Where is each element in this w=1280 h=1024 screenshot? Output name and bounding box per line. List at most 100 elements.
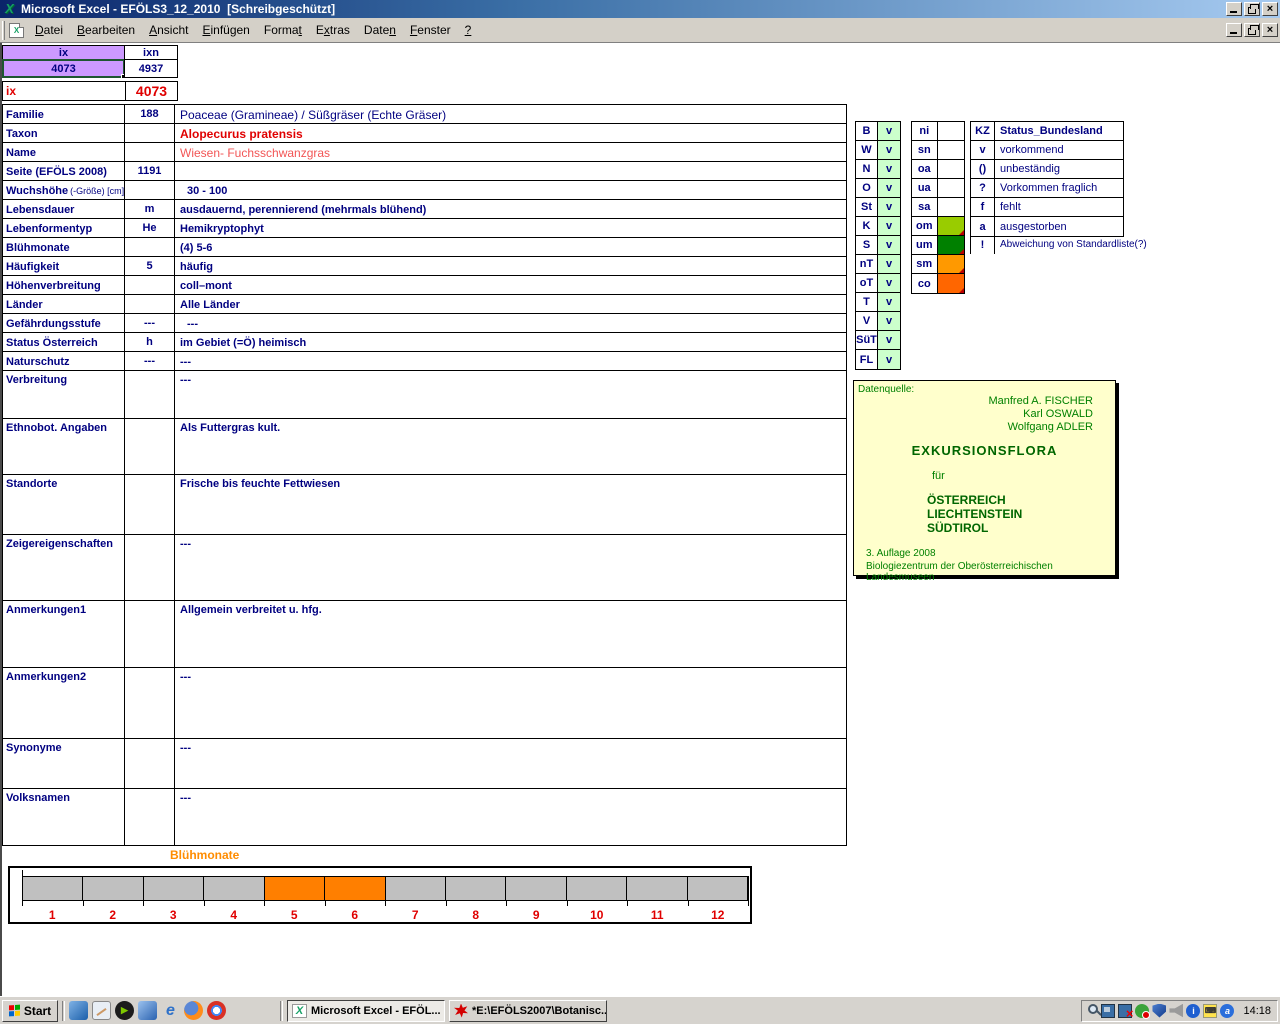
field-code-cell[interactable] [125,789,175,845]
ixn-header-cell[interactable]: ixn [124,45,178,60]
field-value-cell[interactable]: coll–mont [175,276,846,294]
volume-icon[interactable] [1169,1003,1184,1018]
browser-icon[interactable]: a [1220,1003,1235,1018]
bundesland-code-cell[interactable]: FL [856,350,878,369]
field-value-cell[interactable]: im Gebiet (=Ö) heimisch [175,333,846,351]
field-value-cell[interactable]: häufig [175,257,846,275]
field-code-cell[interactable]: He [125,219,175,237]
bundesland-code-cell[interactable]: V [856,312,878,330]
field-code-cell[interactable]: 5 [125,257,175,275]
sheet-close-button[interactable]: × [1262,23,1278,37]
field-label[interactable]: Lebenformentyp [3,219,125,237]
field-label[interactable]: Wuchshöhe (-Größe) [cm] [3,181,125,199]
bundesland-code-cell[interactable]: B [856,122,878,140]
field-code-cell[interactable] [125,276,175,294]
field-value-cell[interactable]: 30 - 100 [175,181,846,199]
bundesland-code-cell[interactable]: N [856,160,878,178]
field-code-cell[interactable]: --- [125,314,175,332]
code-label-cell[interactable]: um [912,236,938,254]
field-label[interactable]: Naturschutz [3,352,125,370]
bundesland-code-cell[interactable]: T [856,293,878,311]
ix-value-cell[interactable]: 4073 [2,59,126,79]
show-desktop-icon[interactable] [92,1001,111,1020]
field-label[interactable]: Familie [3,105,125,123]
field-code-cell[interactable] [125,295,175,313]
field-code-cell[interactable]: m [125,200,175,218]
chrome-icon[interactable] [207,1001,226,1020]
app-icon[interactable] [69,1001,88,1020]
menu-datei[interactable]: Datei [28,20,70,40]
field-value-cell[interactable]: (4) 5-6 [175,238,846,256]
field-code-cell[interactable] [125,238,175,256]
bundesland-code-cell[interactable]: nT [856,255,878,273]
bundesland-status-cell[interactable]: v [878,255,900,273]
field-label[interactable]: Lebensdauer [3,200,125,218]
code-label-cell[interactable]: ni [912,122,938,140]
field-label[interactable]: Häufigkeit [3,257,125,275]
field-value-cell[interactable]: Als Futtergras kult. [175,419,846,474]
code-label-cell[interactable]: oa [912,160,938,178]
sheet-restore-button[interactable] [1244,23,1260,37]
field-label[interactable]: Zeigereigenschaften [3,535,125,600]
field-code-cell[interactable] [125,419,175,474]
bundesland-status-cell[interactable]: v [878,198,900,216]
code-color-cell[interactable] [938,160,964,178]
bundesland-status-cell[interactable]: v [878,331,900,349]
bundesland-code-cell[interactable]: O [856,179,878,197]
field-label[interactable]: Anmerkungen1 [3,601,125,667]
field-value-cell[interactable]: ausdauernd, perennierend (mehrmals blühe… [175,200,846,218]
minimize-button[interactable] [1226,2,1242,16]
field-code-cell[interactable]: 1191 [125,162,175,180]
network-error-icon[interactable] [1118,1003,1133,1021]
bloom-months-chart[interactable]: 1 2 3 4 5 6 7 8 9 10 11 12 [8,866,752,924]
menu-fenster[interactable]: Fenster [403,20,458,40]
field-value-cell[interactable]: --- [175,314,846,332]
field-value-cell[interactable]: Alle Länder [175,295,846,313]
network-icon[interactable] [1101,1003,1116,1018]
bundesland-status-cell[interactable]: v [878,274,900,292]
field-code-cell[interactable] [125,668,175,738]
field-code-cell[interactable] [125,601,175,667]
workbook-icon[interactable]: X [9,22,24,38]
field-value-cell[interactable]: --- [175,668,846,738]
menu-extras[interactable]: Extras [309,20,357,40]
field-code-cell[interactable]: h [125,333,175,351]
field-label[interactable]: Blühmonate [3,238,125,256]
code-color-cell[interactable] [938,122,964,140]
ix-display-value[interactable]: 4073 [125,81,178,101]
keyboard-icon[interactable]: ⌨ [1203,1003,1218,1018]
bundesland-code-cell[interactable]: St [856,198,878,216]
field-label[interactable]: Höhenverbreitung [3,276,125,294]
bundesland-status-cell[interactable]: v [878,350,900,369]
toolbar-grip[interactable] [2,20,5,40]
field-label[interactable]: Länder [3,295,125,313]
code-color-cell[interactable] [938,141,964,159]
field-value-cell[interactable]: --- [175,535,846,600]
code-label-cell[interactable]: co [912,274,938,293]
field-value-cell[interactable]: Alopecurus pratensis [175,124,846,142]
field-value-cell[interactable]: Wiesen- Fuchsschwanzgras [175,143,846,161]
bundesland-status-cell[interactable]: v [878,293,900,311]
bundesland-code-cell[interactable]: K [856,217,878,235]
menu-daten[interactable]: Daten [357,20,403,40]
field-code-cell[interactable] [125,475,175,534]
field-value-cell[interactable]: --- [175,371,846,418]
field-label[interactable]: Gefährdungsstufe [3,314,125,332]
field-label[interactable]: Anmerkungen2 [3,668,125,738]
messenger-icon[interactable] [1135,1003,1151,1019]
field-label[interactable]: Status Österreich [3,333,125,351]
bundesland-status-cell[interactable]: v [878,141,900,159]
bundesland-status-cell[interactable]: v [878,179,900,197]
field-value-cell[interactable]: --- [175,789,846,845]
field-label[interactable]: Synonyme [3,739,125,788]
field-label[interactable]: Ethnobot. Angaben [3,419,125,474]
explorer-icon[interactable] [138,1001,157,1020]
field-code-cell[interactable]: --- [125,352,175,370]
task-button-botanisc[interactable]: *E:\EFÖLS2007\Botanisc... [449,999,607,1022]
code-color-cell[interactable] [937,274,964,293]
field-value-cell[interactable] [175,162,846,180]
internet-explorer-icon[interactable]: e [161,1001,180,1020]
field-code-cell[interactable] [125,739,175,788]
menu-bearbeiten[interactable]: Bearbeiten [70,20,142,40]
field-label[interactable]: Name [3,143,125,161]
